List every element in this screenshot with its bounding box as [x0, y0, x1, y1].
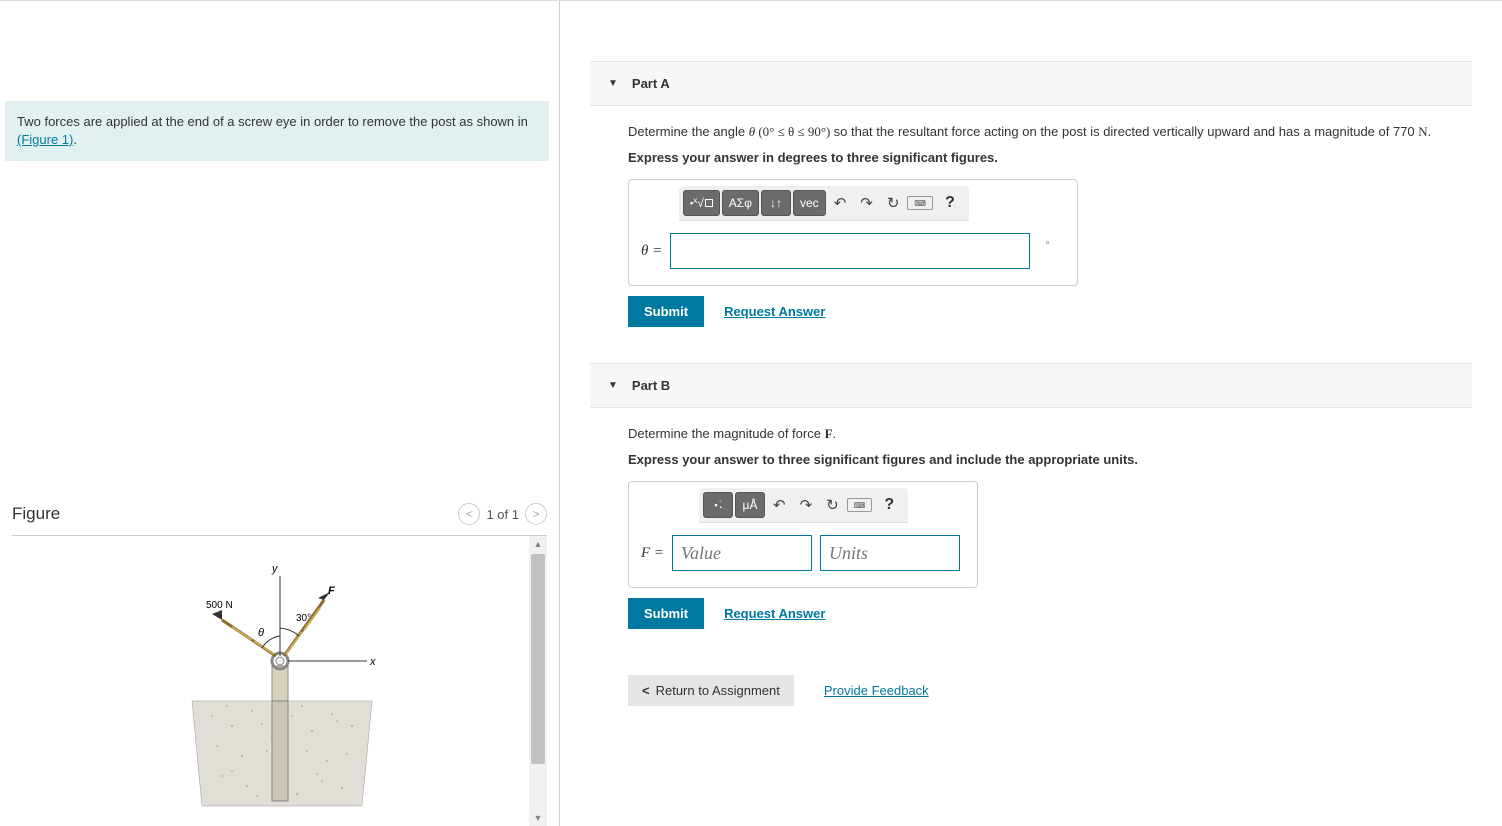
angle-30-label: 30°: [296, 613, 311, 624]
part-b-var-label: F =: [641, 542, 664, 565]
return-button[interactable]: < Return to Assignment: [628, 675, 794, 706]
part-b-answer-box: ▪▫▪ μÅ ↶ ↷ ↻ ⌨ ? F =: [628, 481, 978, 588]
scroll-thumb[interactable]: [531, 554, 545, 764]
greek-button[interactable]: ΑΣφ: [722, 190, 759, 216]
app-container: Two forces are applied at the end of a s…: [0, 0, 1502, 826]
figure-pager: 1 of 1: [486, 507, 519, 522]
part-a-var-label: θ =: [641, 240, 662, 263]
force-F-label: F: [328, 585, 335, 597]
keyboard-button[interactable]: ⌨: [847, 498, 873, 512]
part-b-prompt: Determine the magnitude of force F.: [628, 424, 1452, 444]
figure-section: Figure < 1 of 1 >: [0, 497, 559, 826]
force-500N-label: 500 N: [206, 600, 233, 611]
redo-button[interactable]: ↷: [794, 492, 819, 518]
figure-prev-button[interactable]: <: [458, 503, 480, 525]
part-b-request-link[interactable]: Request Answer: [724, 604, 825, 624]
part-a-input-row: θ = ∘: [629, 221, 1077, 285]
figure-header: Figure < 1 of 1 >: [12, 497, 547, 536]
part-b-header[interactable]: ▼ Part B: [590, 363, 1472, 408]
part-a-range: (0° ≤ θ ≤ 90°): [755, 124, 834, 139]
right-panel: ▼ Part A Determine the angle θ (0° ≤ θ ≤…: [560, 1, 1502, 826]
part-a-toolbar: ▪x√ ΑΣφ ↓↑ vec ↶ ↷ ↻ ⌨ ?: [679, 186, 969, 221]
figure-title: Figure: [12, 504, 60, 524]
part-b-block: ▼ Part B Determine the magnitude of forc…: [590, 363, 1472, 645]
part-b-prompt-prefix: Determine the magnitude of force: [628, 426, 825, 441]
x-axis-label: x: [369, 656, 376, 668]
figure-next-button[interactable]: >: [525, 503, 547, 525]
footer-row: < Return to Assignment Provide Feedback: [628, 675, 1472, 706]
templates-button[interactable]: ▪▫▪: [703, 492, 733, 518]
part-b-actions: Submit Request Answer: [628, 598, 1452, 629]
figure-scrollbar[interactable]: ▲ ▼: [529, 536, 547, 826]
subsup-button[interactable]: ↓↑: [761, 190, 791, 216]
part-a-prompt-prefix: Determine the angle: [628, 124, 749, 139]
help-button[interactable]: ?: [935, 190, 965, 216]
part-a-instruction: Express your answer in degrees to three …: [628, 148, 1452, 168]
part-a-block: ▼ Part A Determine the angle θ (0° ≤ θ ≤…: [590, 61, 1472, 343]
part-a-header[interactable]: ▼ Part A: [590, 61, 1472, 106]
undo-button[interactable]: ↶: [767, 492, 792, 518]
keyboard-button[interactable]: ⌨: [907, 196, 933, 210]
reset-button[interactable]: ↻: [881, 190, 906, 216]
part-a-actions: Submit Request Answer: [628, 296, 1452, 327]
figure-diagram: y x F: [172, 556, 392, 816]
vec-button[interactable]: vec: [793, 190, 826, 216]
part-b-input-row: F =: [629, 523, 977, 587]
problem-text-before: Two forces are applied at the end of a s…: [17, 114, 528, 129]
part-b-instruction: Express your answer to three significant…: [628, 450, 1452, 470]
reset-button[interactable]: ↻: [820, 492, 845, 518]
part-a-unit-bold: N: [1418, 124, 1427, 139]
part-a-answer-input[interactable]: [670, 233, 1030, 269]
part-b-value-input[interactable]: [672, 535, 812, 571]
part-a-prompt-suffix: so that the resultant force acting on th…: [834, 124, 1419, 139]
part-a-request-link[interactable]: Request Answer: [724, 302, 825, 322]
part-b-title: Part B: [632, 378, 670, 393]
problem-text-after: .: [73, 132, 77, 147]
part-a-body: Determine the angle θ (0° ≤ θ ≤ 90°) so …: [590, 106, 1472, 343]
figure-link[interactable]: (Figure 1): [17, 132, 73, 147]
part-b-prompt-end: .: [833, 426, 837, 441]
part-a-title: Part A: [632, 76, 670, 91]
left-panel: Two forces are applied at the end of a s…: [0, 1, 560, 826]
scroll-down-icon[interactable]: ▼: [529, 810, 547, 826]
redo-button[interactable]: ↷: [854, 190, 879, 216]
part-a-prompt-end: .: [1428, 124, 1432, 139]
part-b-submit-button[interactable]: Submit: [628, 598, 704, 629]
feedback-link[interactable]: Provide Feedback: [824, 683, 929, 698]
help-button[interactable]: ?: [874, 492, 904, 518]
caret-down-icon: ▼: [608, 380, 618, 391]
units-button[interactable]: μÅ: [735, 492, 765, 518]
y-axis-label: y: [271, 563, 279, 575]
scroll-up-icon[interactable]: ▲: [529, 536, 547, 552]
part-b-var: F: [825, 426, 833, 441]
problem-statement: Two forces are applied at the end of a s…: [5, 101, 549, 161]
part-b-toolbar: ▪▫▪ μÅ ↶ ↷ ↻ ⌨ ?: [699, 488, 908, 523]
part-a-submit-button[interactable]: Submit: [628, 296, 704, 327]
part-a-prompt: Determine the angle θ (0° ≤ θ ≤ 90°) so …: [628, 122, 1452, 142]
part-b-body: Determine the magnitude of force F. Expr…: [590, 408, 1472, 645]
part-a-answer-box: ▪x√ ΑΣφ ↓↑ vec ↶ ↷ ↻ ⌨ ? θ = ∘: [628, 179, 1078, 286]
templates-button[interactable]: ▪x√: [683, 190, 720, 216]
return-label: Return to Assignment: [656, 683, 780, 698]
undo-button[interactable]: ↶: [828, 190, 853, 216]
part-b-units-input[interactable]: [820, 535, 960, 571]
caret-down-icon: ▼: [608, 78, 618, 89]
figure-nav: < 1 of 1 >: [458, 503, 547, 525]
figure-body: y x F: [12, 536, 547, 826]
chevron-left-icon: <: [642, 683, 650, 698]
sqrt-icon: √: [697, 196, 704, 210]
angle-theta-label: θ: [258, 627, 264, 639]
part-a-unit-suffix: ∘: [1044, 236, 1050, 251]
